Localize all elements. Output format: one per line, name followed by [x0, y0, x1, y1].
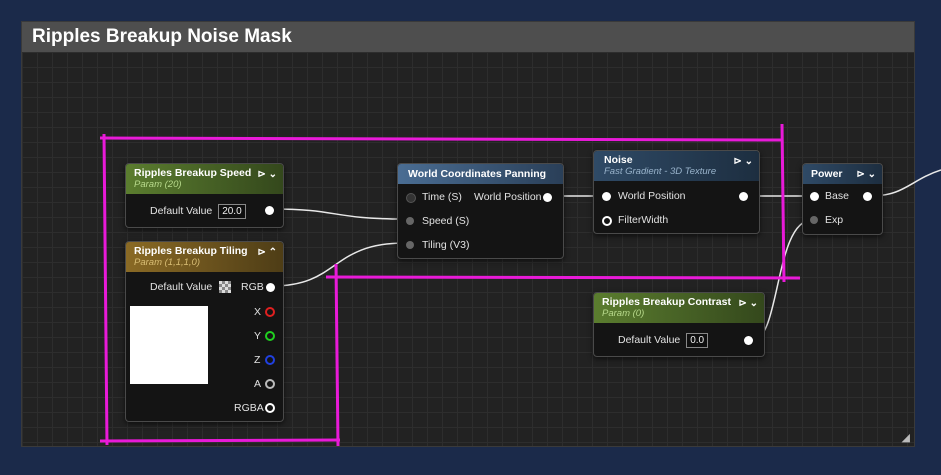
- pin-label-speed: Speed (S): [422, 215, 470, 227]
- node-ripples-breakup-contrast[interactable]: Ripples Breakup Contrast Param (0) ⊳ ⌄ D…: [593, 292, 765, 357]
- pin-label-filterwidth: FilterWidth: [618, 214, 669, 226]
- node-header: World Coordinates Panning: [398, 164, 563, 184]
- pin-label-y: Y: [254, 330, 262, 342]
- node-noise[interactable]: Noise Fast Gradient - 3D Texture ⊳ ⌄ Wor…: [593, 150, 760, 234]
- node-subtitle: Param (1,1,1,0): [134, 257, 200, 268]
- pin-label-x: X: [254, 306, 262, 318]
- pin-label-time: Time (S): [422, 191, 462, 203]
- output-pin[interactable]: [265, 206, 274, 215]
- preview-toggle-icon[interactable]: ⊳: [257, 169, 265, 180]
- color-picker-swatch[interactable]: [219, 281, 232, 294]
- chevron-down-icon[interactable]: ⌄: [750, 298, 758, 309]
- node-header: Ripples Breakup Tiling Param (1,1,1,0) ⊳…: [126, 242, 283, 272]
- default-value-label: Default Value: [150, 281, 213, 293]
- node-header: Noise Fast Gradient - 3D Texture ⊳ ⌄: [594, 151, 759, 181]
- default-value-row: Default Value: [150, 281, 232, 294]
- pin-label-z: Z: [254, 354, 261, 366]
- preview-toggle-icon[interactable]: ⊳: [733, 156, 741, 167]
- default-value-row: Default Value 0.0: [618, 333, 709, 348]
- chevron-down-icon[interactable]: ⌄: [745, 156, 753, 167]
- node-title: Ripples Breakup Tiling: [134, 245, 248, 257]
- world-position-input-pin[interactable]: [602, 192, 611, 201]
- pin-label-rgba: RGBA: [234, 402, 264, 414]
- noise-output-pin[interactable]: [739, 192, 748, 201]
- time-input-pin[interactable]: [406, 193, 416, 203]
- rgb-output-pin[interactable]: [266, 283, 275, 292]
- exp-input-pin[interactable]: [810, 216, 818, 224]
- pin-label-tiling: Tiling (V3): [422, 239, 470, 251]
- filterwidth-input-pin[interactable]: [602, 216, 612, 226]
- chevron-down-icon[interactable]: ⌄: [269, 169, 277, 180]
- node-title: Noise: [604, 154, 633, 166]
- preview-toggle-icon[interactable]: ⊳: [856, 169, 864, 180]
- output-pin[interactable]: [744, 336, 753, 345]
- node-power[interactable]: Power ⊳ ⌄ Base Exp: [802, 163, 883, 235]
- chevron-up-icon[interactable]: ⌃: [269, 247, 277, 258]
- node-ripples-breakup-speed[interactable]: Ripples Breakup Speed Param (20) ⊳ ⌄ Def…: [125, 163, 284, 228]
- node-header: Ripples Breakup Contrast Param (0) ⊳ ⌄: [594, 293, 764, 323]
- preview-toggle-icon[interactable]: ⊳: [257, 247, 265, 258]
- node-title: World Coordinates Panning: [408, 168, 547, 180]
- wire-tiling: [271, 242, 406, 287]
- chevron-down-icon[interactable]: ⌄: [868, 169, 876, 180]
- default-value-label: Default Value: [618, 334, 681, 346]
- base-input-pin[interactable]: [810, 192, 819, 201]
- node-title: Ripples Breakup Contrast: [602, 296, 731, 308]
- tiling-input-pin[interactable]: [406, 241, 414, 249]
- pin-label-world-position: World Position: [474, 191, 542, 203]
- node-subtitle: Fast Gradient - 3D Texture: [604, 166, 717, 177]
- default-value-row: Default Value 20.0: [150, 204, 246, 219]
- pin-label-a: A: [254, 378, 262, 390]
- world-position-output-pin[interactable]: [543, 193, 552, 202]
- node-header: Ripples Breakup Speed Param (20) ⊳ ⌄: [126, 164, 283, 194]
- pin-label-world-position: World Position: [618, 190, 686, 202]
- color-preview: [130, 306, 208, 384]
- power-output-pin[interactable]: [863, 192, 872, 201]
- pin-label-exp: Exp: [825, 214, 844, 226]
- rgba-output-pin[interactable]: [265, 403, 275, 413]
- node-title: Ripples Breakup Speed: [134, 167, 252, 179]
- pin-label-base: Base: [825, 190, 849, 202]
- default-value-input[interactable]: 20.0: [218, 204, 246, 219]
- node-world-coordinates-panning[interactable]: World Coordinates Panning Time (S) World…: [397, 163, 564, 259]
- pin-label-rgb: RGB: [241, 281, 264, 293]
- y-output-pin[interactable]: [265, 331, 275, 341]
- z-output-pin[interactable]: [265, 355, 275, 365]
- node-ripples-breakup-tiling[interactable]: Ripples Breakup Tiling Param (1,1,1,0) ⊳…: [125, 241, 284, 422]
- x-output-pin[interactable]: [265, 307, 275, 317]
- a-output-pin[interactable]: [265, 379, 275, 389]
- node-title: Power: [811, 168, 843, 180]
- node-subtitle: Param (20): [134, 179, 182, 190]
- wire-speed: [271, 208, 406, 220]
- preview-toggle-icon[interactable]: ⊳: [738, 298, 746, 309]
- default-value-label: Default Value: [150, 205, 213, 217]
- default-value-input[interactable]: 0.0: [686, 333, 709, 348]
- node-subtitle: Param (0): [602, 308, 645, 319]
- node-header: Power ⊳ ⌄: [803, 164, 882, 184]
- speed-input-pin[interactable]: [406, 217, 414, 225]
